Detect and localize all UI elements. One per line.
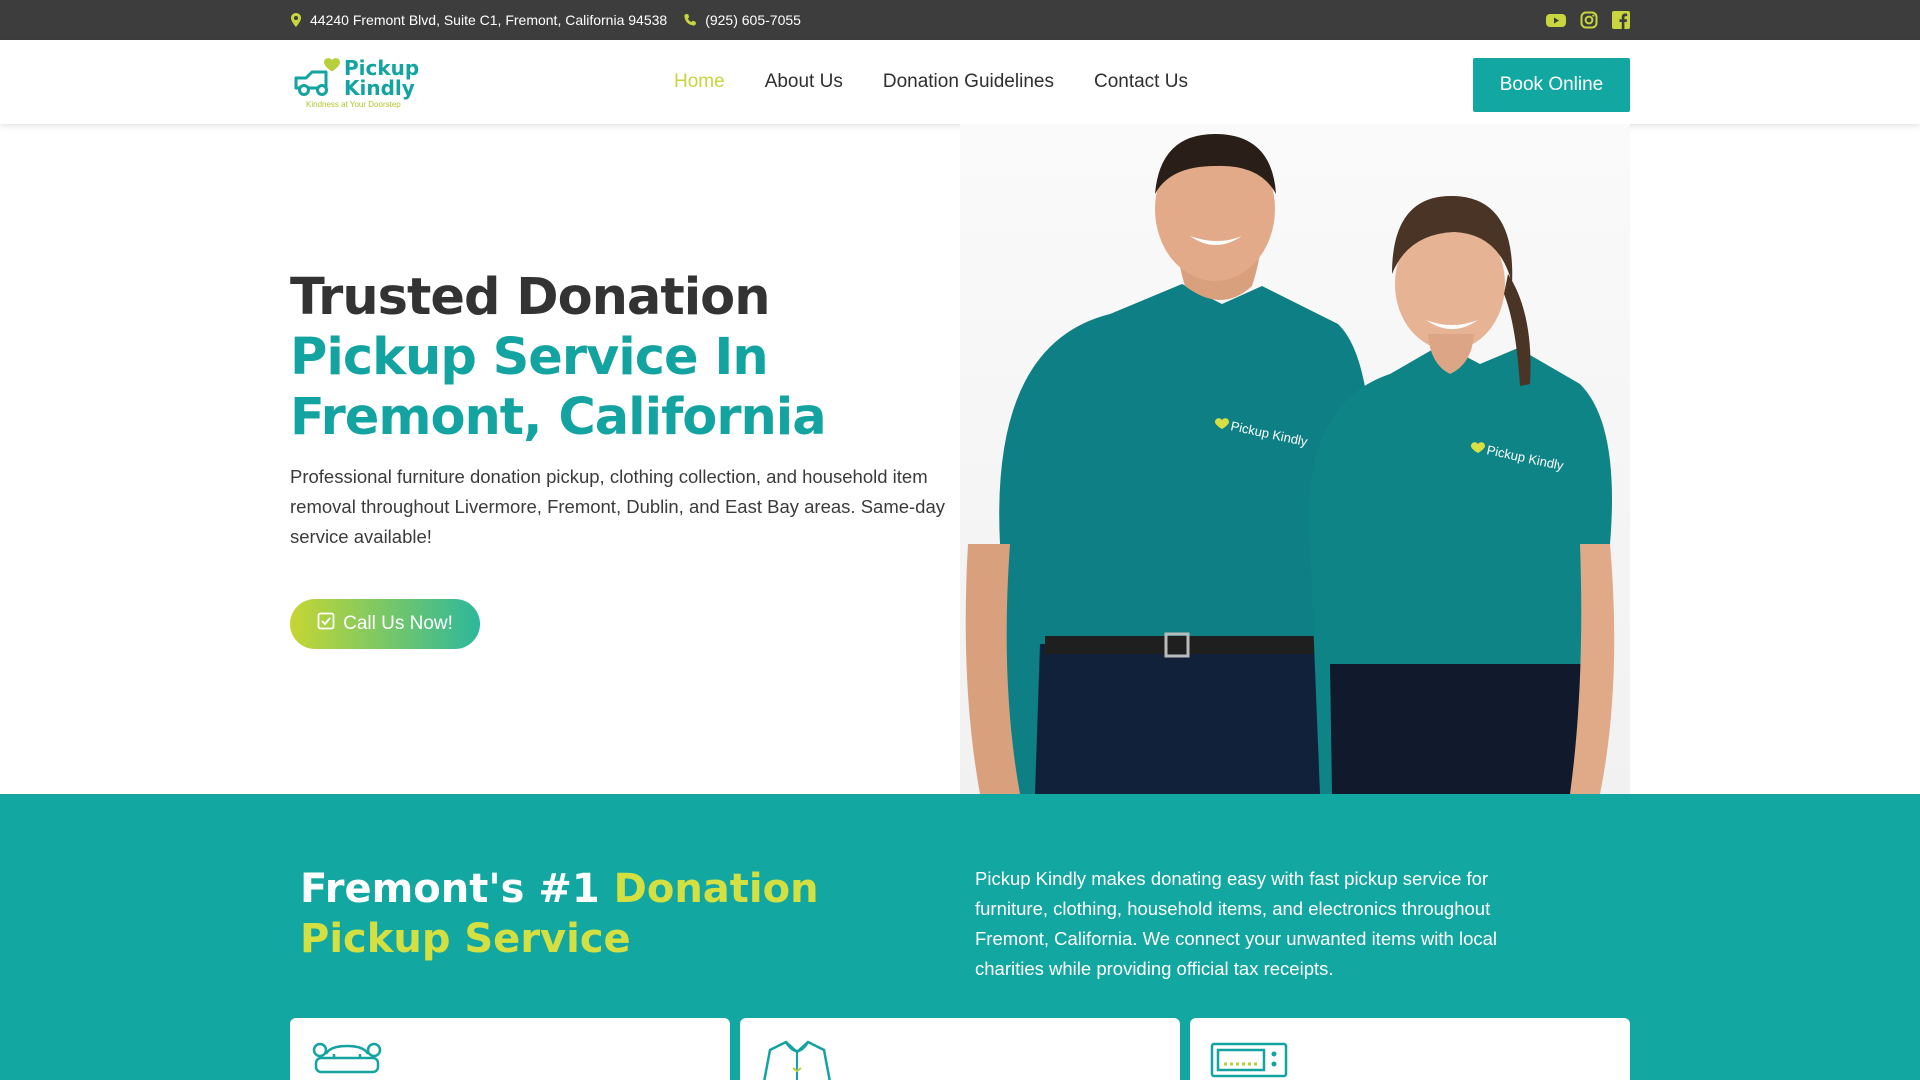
hero-staff-photo: Pickup Kindly Pickup Kindly (960, 124, 1630, 794)
instagram-icon[interactable] (1580, 11, 1598, 29)
service-card-furniture[interactable] (290, 1018, 730, 1080)
about-section: Fremont's #1 Donation Pickup Service Pic… (0, 794, 1920, 1080)
phone-text[interactable]: (925) 605-7055 (705, 12, 801, 28)
logo-word-1: Pickup (344, 56, 420, 80)
phone-item[interactable]: (925) 605-7055 (683, 12, 801, 28)
site-header: Pickup Kindly Kindness at Your Doorstep … (0, 40, 1920, 124)
section-description: Pickup Kindly makes donating easy with f… (975, 868, 1498, 979)
nav-donation-guidelines[interactable]: Donation Guidelines (883, 71, 1054, 93)
top-bar: 44240 Fremont Blvd, Suite C1, Fremont, C… (0, 0, 1920, 40)
hero-title-accent: Pickup Service In Fremont, California (290, 328, 827, 447)
hero-title: Trusted Donation Pickup Service In Fremo… (290, 268, 970, 448)
truck-heart-logo-icon (294, 58, 340, 96)
logo[interactable]: Pickup Kindly Kindness at Your Doorstep (292, 56, 422, 110)
electronics-icon (1210, 1038, 1288, 1080)
address-item: 44240 Fremont Blvd, Suite C1, Fremont, C… (290, 12, 667, 28)
nav-contact-us[interactable]: Contact Us (1094, 71, 1188, 93)
hero-title-part-1: Trusted Donation (290, 268, 771, 327)
contact-info: 44240 Fremont Blvd, Suite C1, Fremont, C… (290, 12, 801, 28)
section-title: Fremont's #1 Donation Pickup Service (300, 864, 940, 964)
staff-illustration: Pickup Kindly Pickup Kindly (965, 134, 1615, 794)
phone-icon (683, 13, 697, 27)
service-card-electronics[interactable] (1190, 1018, 1630, 1080)
clothing-icon (760, 1038, 834, 1080)
social-links (1546, 11, 1630, 29)
call-us-label: Call Us Now! (343, 613, 453, 634)
main-nav: Home About Us Donation Guidelines Contac… (674, 40, 1188, 124)
logo-word-2: Kindly (344, 76, 415, 100)
logo-tagline: Kindness at Your Doorstep (306, 100, 401, 109)
furniture-icon (310, 1038, 384, 1080)
youtube-icon[interactable] (1546, 13, 1566, 28)
call-us-button[interactable]: Call Us Now! (290, 599, 480, 649)
address-text: 44240 Fremont Blvd, Suite C1, Fremont, C… (310, 12, 668, 28)
service-cards (290, 1018, 1630, 1080)
facebook-icon[interactable] (1612, 11, 1630, 29)
hero-content: Trusted Donation Pickup Service In Fremo… (290, 268, 970, 552)
book-online-button[interactable]: Book Online (1473, 58, 1630, 112)
service-card-clothing[interactable] (740, 1018, 1180, 1080)
hero-description: Professional furniture donation pickup, … (290, 466, 946, 547)
nav-about-us[interactable]: About Us (765, 71, 843, 93)
nav-home[interactable]: Home (674, 71, 725, 93)
logo-wordmark: Pickup Kindly (344, 58, 419, 98)
checkbox-icon (317, 612, 335, 636)
section-title-part-1: Fremont's #1 (300, 866, 614, 912)
location-pin-icon (290, 13, 302, 27)
